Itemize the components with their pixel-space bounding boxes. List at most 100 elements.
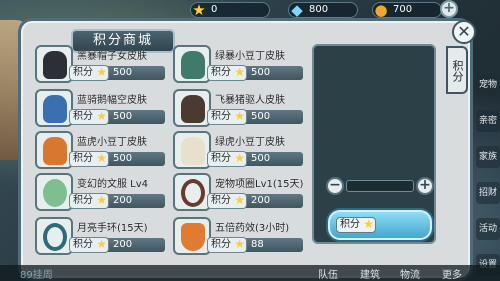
shop-item[interactable]: 黑暴帽子女皮肤 积分 ★ 500 [35, 45, 165, 85]
plus-icon[interactable]: + [440, 0, 458, 18]
item-name: 月亮手环(15天) [77, 223, 148, 234]
gem-icon: ◆ [291, 1, 303, 19]
item-price: 500 [251, 67, 271, 78]
price-bar: 积分 ★ 200 [69, 193, 165, 209]
item-name: 黑暴帽子女皮肤 [77, 51, 147, 62]
bottom-nav-item[interactable]: 队伍 [318, 266, 338, 281]
price-label: 积分 ★ [69, 193, 109, 209]
buy-button[interactable]: 积分 ★ [328, 210, 432, 240]
item-name: 五倍药效(3小时) [215, 223, 290, 234]
price-bar: 积分 ★ 500 [207, 109, 303, 125]
shop-item[interactable]: 蓝虎小豆丁皮肤 积分 ★ 500 [35, 131, 165, 171]
quantity-stepper: − + [320, 177, 440, 197]
star-icon: ★ [234, 193, 245, 207]
bottom-nav-item[interactable]: 物流 [400, 266, 420, 281]
shop-item[interactable]: 蓝骑鹅幅空皮肤 积分 ★ 500 [35, 89, 165, 129]
bottom-nav-item[interactable]: 更多 [442, 266, 462, 281]
price-label: 积分 ★ [207, 151, 247, 167]
star-currency: ★ 0 [190, 2, 270, 18]
item-thumbnail [35, 45, 73, 83]
bottom-nav-item[interactable]: 建筑 [360, 266, 380, 281]
star-icon: ★ [234, 109, 245, 123]
item-price: 500 [113, 111, 133, 122]
edge-menu-item[interactable]: 招财 [476, 182, 500, 204]
star-icon: ★ [234, 65, 245, 79]
price-label: 积分 ★ [207, 193, 247, 209]
price-bar: 积分 ★ 500 [69, 151, 165, 167]
buy-price-label: 积分 ★ [336, 217, 376, 233]
item-price: 500 [251, 153, 271, 164]
item-thumbnail [173, 45, 211, 83]
edge-menu: 宠物 亲密 家族 招财 活动 设置 [476, 40, 500, 280]
item-price: 500 [113, 153, 133, 164]
coin-currency: ● 700 [372, 2, 442, 18]
price-bar: 积分 ★ 200 [69, 237, 165, 253]
star-icon: ★ [363, 217, 374, 231]
price-label: 积分 ★ [69, 151, 109, 167]
item-name: 蓝虎小豆丁皮肤 [77, 137, 147, 148]
shop-item[interactable]: 绿暴小豆丁皮肤 积分 ★ 500 [173, 45, 303, 85]
item-name: 宠物项圈Lv1(15天) [215, 179, 304, 190]
item-thumbnail [173, 173, 211, 211]
bottom-left-text: 89挂周 [20, 270, 53, 281]
price-bar: 积分 ★ 200 [207, 193, 303, 209]
plus-icon[interactable]: + [416, 177, 434, 195]
item-thumbnail [173, 217, 211, 255]
close-icon[interactable]: ✕ [452, 20, 476, 44]
item-name: 绿虎小豆丁皮肤 [215, 137, 285, 148]
item-price: 200 [251, 195, 271, 206]
gem-currency: ◆ 800 [288, 2, 358, 18]
star-icon: ★ [96, 65, 107, 79]
star-icon: ★ [96, 151, 107, 165]
coin-value: 700 [393, 4, 413, 15]
item-price: 88 [251, 239, 264, 250]
edge-menu-item[interactable]: 宠物 [476, 74, 500, 96]
shop-item[interactable]: 飞暴猪驱人皮肤 积分 ★ 500 [173, 89, 303, 129]
price-bar: 积分 ★ 500 [207, 65, 303, 81]
gem-value: 800 [309, 4, 329, 15]
star-icon: ★ [234, 237, 245, 251]
item-name: 绿暴小豆丁皮肤 [215, 51, 285, 62]
coin-icon: ● [374, 1, 388, 19]
price-label: 积分 ★ [69, 109, 109, 125]
item-thumbnail [35, 173, 73, 211]
price-label: 积分 ★ [207, 65, 247, 81]
resource-bar: ★ 0 ◆ 800 ● 700 + [0, 0, 500, 20]
shop-item[interactable]: 五倍药效(3小时) 积分 ★ 88 [173, 217, 303, 257]
minus-icon[interactable]: − [326, 177, 344, 195]
edge-menu-item[interactable]: 活动 [476, 218, 500, 240]
item-price: 200 [113, 239, 133, 250]
price-label: 积分 ★ [207, 109, 247, 125]
shop-item[interactable]: 绿虎小豆丁皮肤 积分 ★ 500 [173, 131, 303, 171]
price-bar: 积分 ★ 500 [207, 151, 303, 167]
item-price: 500 [113, 67, 133, 78]
shop-item[interactable]: 宠物项圈Lv1(15天) 积分 ★ 200 [173, 173, 303, 213]
price-label: 积分 ★ [69, 65, 109, 81]
item-thumbnail [35, 89, 73, 127]
item-name: 飞暴猪驱人皮肤 [215, 95, 285, 106]
item-thumbnail [173, 131, 211, 169]
item-thumbnail [35, 131, 73, 169]
item-name: 变幻的文服 Lv4 [77, 179, 149, 190]
shop-item[interactable]: 月亮手环(15天) 积分 ★ 200 [35, 217, 165, 257]
star-icon: ★ [96, 237, 107, 251]
tab-points[interactable]: 积分 [446, 46, 468, 94]
star-icon: ★ [96, 109, 107, 123]
item-price: 500 [251, 111, 271, 122]
item-thumbnail [173, 89, 211, 127]
shop-item[interactable]: 变幻的文服 Lv4 积分 ★ 200 [35, 173, 165, 213]
star-icon: ★ [96, 193, 107, 207]
item-name: 蓝骑鹅幅空皮肤 [77, 95, 147, 106]
item-price: 200 [113, 195, 133, 206]
star-icon: ★ [192, 1, 206, 19]
price-bar: 积分 ★ 88 [207, 237, 303, 253]
quantity-slider[interactable] [346, 180, 414, 192]
price-bar: 积分 ★ 500 [69, 109, 165, 125]
price-label: 积分 ★ [207, 237, 247, 253]
star-value: 0 [211, 4, 218, 15]
item-thumbnail [35, 217, 73, 255]
edge-menu-item[interactable]: 家族 [476, 146, 500, 168]
price-bar: 积分 ★ 500 [69, 65, 165, 81]
star-icon: ★ [234, 151, 245, 165]
edge-menu-item[interactable]: 亲密 [476, 110, 500, 132]
